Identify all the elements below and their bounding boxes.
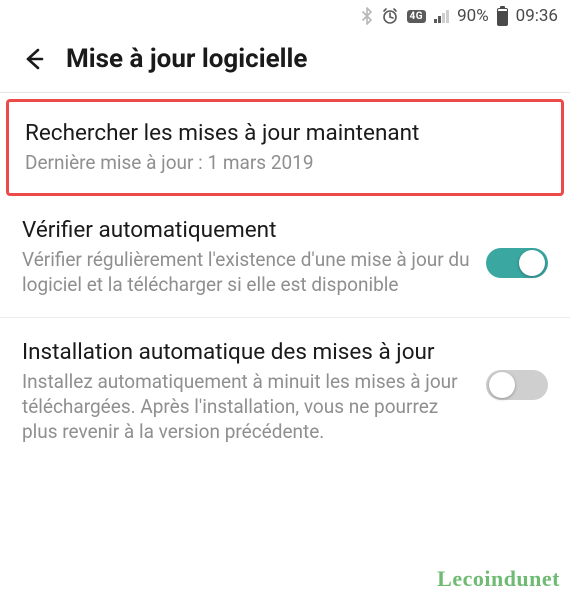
item-subtitle: Installez automatiquement à minuit les m… (22, 370, 470, 444)
watermark-text: Lecoindunet (437, 566, 560, 591)
item-subtitle: Dernière mise à jour : 1 mars 2019 (25, 151, 545, 176)
signal-icon (434, 9, 449, 23)
item-title: Rechercher les mises à jour maintenant (25, 119, 545, 147)
battery-icon (497, 6, 508, 26)
toggle-knob (489, 372, 515, 398)
back-button[interactable] (18, 44, 48, 74)
item-title: Vérifier automatiquement (22, 216, 470, 244)
bluetooth-icon (361, 7, 373, 25)
watermark: Lecoindunet (437, 566, 560, 592)
item-auto-install[interactable]: Installation automatique des mises à jou… (0, 318, 570, 464)
item-check-updates-now[interactable]: Rechercher les mises à jour maintenant D… (6, 99, 564, 196)
alarm-icon (381, 7, 399, 25)
toggle-auto-check[interactable] (486, 248, 548, 278)
toggle-knob (519, 250, 545, 276)
page-title: Mise à jour logicielle (66, 44, 307, 74)
status-clock: 09:36 (516, 6, 558, 26)
app-header: Mise à jour logicielle (0, 32, 570, 93)
status-bar: 4G 90% 09:36 (0, 0, 570, 32)
battery-percentage: 90% (457, 6, 489, 26)
network-badge: 4G (407, 10, 427, 23)
item-auto-check[interactable]: Vérifier automatiquement Vérifier réguli… (0, 196, 570, 319)
item-subtitle: Vérifier régulièrement l'existence d'une… (22, 248, 470, 297)
item-title: Installation automatique des mises à jou… (22, 338, 470, 366)
toggle-auto-install[interactable] (486, 370, 548, 400)
